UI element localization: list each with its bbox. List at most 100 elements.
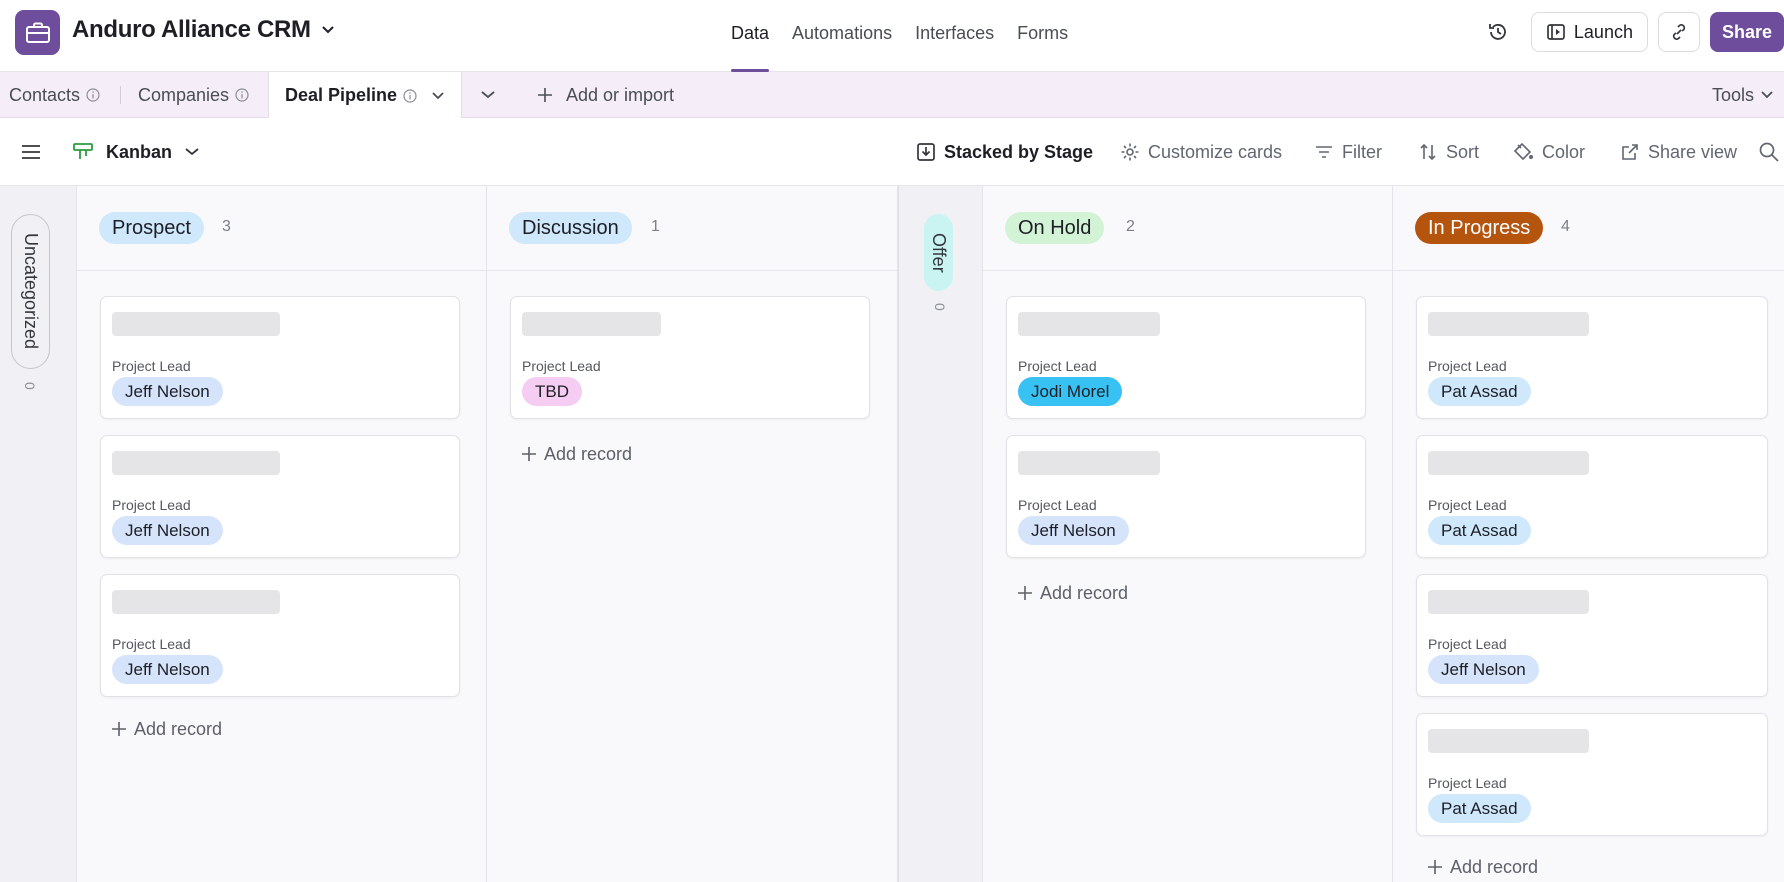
record-title-placeholder	[112, 312, 280, 336]
top-nav: Data Automations Interfaces Forms	[731, 0, 1068, 72]
nav-data[interactable]: Data	[731, 0, 770, 72]
person-tag: Jodi Morel	[1018, 377, 1123, 406]
record-title-placeholder	[112, 451, 280, 475]
history-icon[interactable]	[1480, 14, 1516, 50]
tab-separator	[120, 86, 121, 104]
app-title-text: Anduro Alliance CRM	[72, 16, 311, 43]
record-card[interactable]: Project Lead Jeff Nelson	[1416, 574, 1768, 697]
chevron-down-icon[interactable]	[431, 91, 445, 101]
info-icon	[235, 88, 249, 102]
person-tag: Jeff Nelson	[112, 516, 223, 545]
filter-label: Filter	[1342, 141, 1382, 162]
plus-icon	[538, 88, 552, 102]
record-card[interactable]: Project Lead Pat Assad	[1416, 435, 1768, 558]
nav-interfaces[interactable]: Interfaces	[915, 0, 994, 72]
color-button[interactable]: Color	[1512, 118, 1585, 186]
sort-icon	[1420, 143, 1436, 161]
add-or-import-button[interactable]: Add or import	[536, 72, 674, 118]
column-discussion: Discussion 1 Project Lead TBD Add record	[487, 186, 898, 882]
record-card[interactable]: Project Lead Jeff Nelson	[100, 296, 460, 419]
customize-cards-button[interactable]: Customize cards	[1120, 118, 1282, 186]
add-record-label: Add record	[1450, 856, 1539, 877]
record-card[interactable]: Project Lead Jeff Nelson	[100, 574, 460, 697]
add-record-button[interactable]: Add record	[520, 441, 632, 467]
person-tag: TBD	[522, 377, 582, 406]
hamburger-menu-icon	[22, 145, 40, 159]
stacked-by-label: Stacked by Stage	[944, 141, 1094, 162]
launch-button[interactable]: Launch	[1530, 12, 1648, 52]
info-icon	[403, 88, 417, 103]
search-button[interactable]	[1758, 118, 1780, 186]
gear-icon	[1121, 143, 1139, 161]
copy-link-button[interactable]	[1657, 12, 1700, 52]
launch-label: Launch	[1573, 21, 1633, 42]
person-tag: Pat Assad	[1428, 794, 1531, 823]
stacked-by-button[interactable]: Stacked by Stage	[916, 118, 1093, 186]
tab-deal-pipeline[interactable]: Deal Pipeline	[268, 72, 463, 119]
stage-pill[interactable]: On Hold	[1005, 212, 1105, 244]
tab-contacts[interactable]: Contacts	[9, 72, 100, 118]
record-title-placeholder	[522, 312, 661, 336]
field-label: Project Lead	[1428, 636, 1507, 652]
share-view-button[interactable]: Share view	[1620, 118, 1737, 186]
app-header: Anduro Alliance CRM Data Automations Int…	[0, 0, 1784, 72]
tools-label: Tools	[1712, 84, 1755, 105]
stack-download-icon	[917, 143, 935, 161]
record-title-placeholder	[1428, 312, 1589, 336]
plus-icon	[522, 447, 536, 461]
record-title-placeholder	[1428, 451, 1589, 475]
plus-icon	[1018, 586, 1032, 600]
uncategorized-count: 0	[22, 382, 38, 390]
share-button[interactable]: Share	[1709, 12, 1784, 52]
nav-forms[interactable]: Forms	[1017, 0, 1068, 72]
add-record-button[interactable]: Add record	[1426, 854, 1538, 880]
stage-pill[interactable]: In Progress	[1415, 212, 1544, 244]
offer-pill[interactable]: Offer	[924, 214, 953, 291]
add-record-button[interactable]: Add record	[1016, 580, 1128, 606]
uncategorized-pill[interactable]: Uncategorized	[11, 214, 50, 369]
view-switcher[interactable]: Kanban	[72, 118, 200, 186]
column-on-hold: On Hold 2 Project Lead Jodi Morel Projec…	[983, 186, 1393, 882]
column-header: Discussion 1	[487, 186, 897, 271]
filter-button[interactable]: Filter	[1314, 118, 1382, 186]
record-card[interactable]: Project Lead Jodi Morel	[1006, 296, 1366, 419]
sidebar-toggle[interactable]	[20, 118, 42, 186]
uncategorized-label: Uncategorized	[21, 233, 41, 350]
column-uncategorized-collapsed[interactable]: Uncategorized 0	[0, 186, 77, 882]
tab-contacts-label: Contacts	[9, 84, 81, 105]
column-offer-collapsed[interactable]: Offer 0	[898, 186, 983, 882]
chevron-down-icon	[185, 148, 199, 156]
stage-pill[interactable]: Discussion	[509, 212, 632, 244]
record-card[interactable]: Project Lead Pat Assad	[1416, 713, 1768, 836]
offer-label: Offer	[929, 232, 949, 273]
record-card[interactable]: Project Lead Pat Assad	[1416, 296, 1768, 419]
stage-count: 2	[1126, 218, 1135, 235]
sort-button[interactable]: Sort	[1418, 118, 1479, 186]
all-tables-dropdown[interactable]	[480, 72, 496, 118]
tools-menu[interactable]: Tools	[1712, 72, 1774, 118]
field-label: Project Lead	[522, 358, 601, 374]
briefcase-icon[interactable]	[15, 10, 60, 55]
add-record-label: Add record	[1040, 582, 1129, 603]
share-view-label: Share view	[1648, 141, 1738, 162]
record-card[interactable]: Project Lead Jeff Nelson	[1006, 435, 1366, 558]
record-title-placeholder	[1018, 312, 1160, 336]
column-header: On Hold 2	[983, 186, 1392, 271]
field-label: Project Lead	[112, 358, 191, 374]
tab-companies[interactable]: Companies	[138, 72, 249, 118]
record-card[interactable]: Project Lead TBD	[510, 296, 870, 419]
offer-count: 0	[932, 303, 948, 311]
nav-automations[interactable]: Automations	[792, 0, 892, 72]
view-toolbar: Kanban Stacked by Stage Customize cards …	[0, 118, 1784, 186]
person-tag: Jeff Nelson	[112, 655, 223, 684]
plus-icon	[112, 722, 126, 736]
app-title[interactable]: Anduro Alliance CRM	[72, 16, 335, 44]
add-record-button[interactable]: Add record	[110, 716, 222, 742]
stage-pill[interactable]: Prospect	[99, 212, 204, 244]
column-prospect: Prospect 3 Project Lead Jeff Nelson Proj…	[77, 186, 487, 882]
record-card[interactable]: Project Lead Jeff Nelson	[100, 435, 460, 558]
link-icon	[1672, 24, 1686, 40]
person-tag: Jeff Nelson	[1018, 516, 1129, 545]
kanban-board: Uncategorized 0 Prospect 3 Project Lead …	[0, 186, 1784, 882]
launch-icon	[1547, 24, 1565, 40]
